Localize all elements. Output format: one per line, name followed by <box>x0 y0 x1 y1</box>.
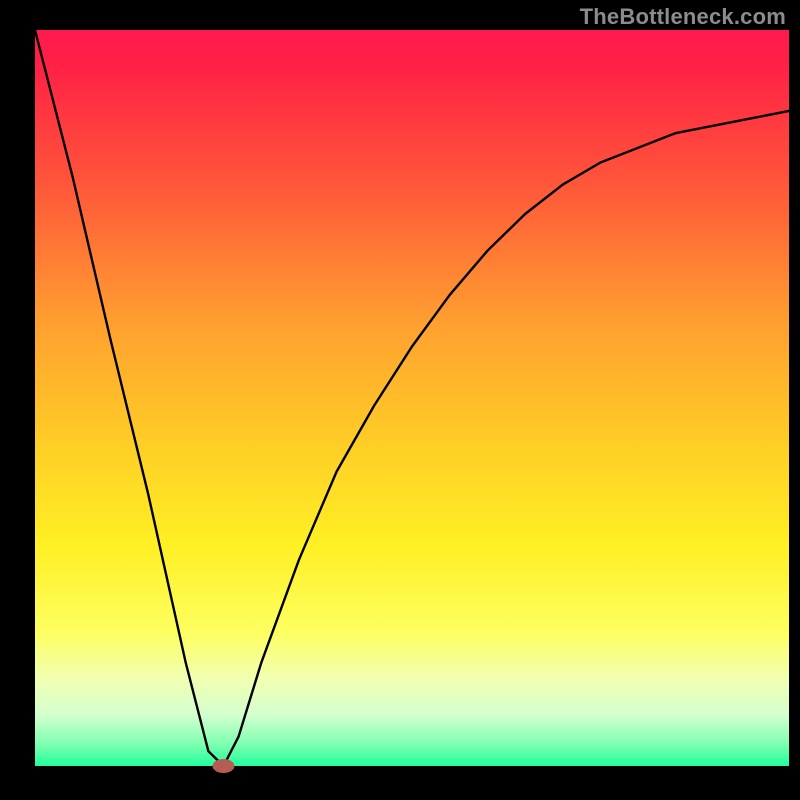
plot-background <box>35 30 789 766</box>
minimum-marker <box>213 759 235 773</box>
watermark-text: TheBottleneck.com <box>580 4 786 30</box>
bottleneck-chart <box>0 0 800 800</box>
chart-frame: TheBottleneck.com <box>0 0 800 800</box>
